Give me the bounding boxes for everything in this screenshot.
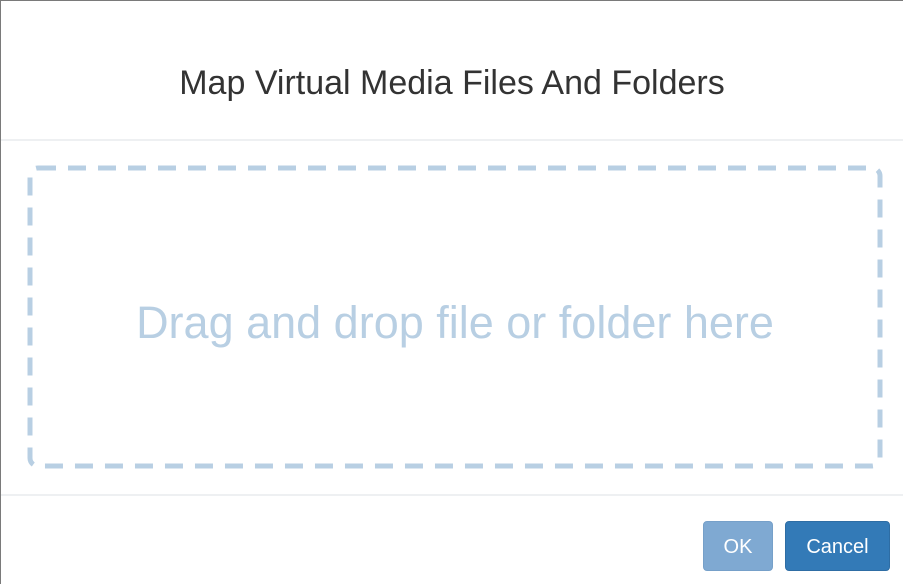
dialog-title: Map Virtual Media Files And Folders xyxy=(179,64,725,102)
dialog-footer: OK Cancel xyxy=(1,494,903,585)
dialog-header: Map Virtual Media Files And Folders xyxy=(1,1,903,141)
file-drop-zone[interactable]: Drag and drop file or folder here xyxy=(27,165,883,469)
map-virtual-media-dialog: Map Virtual Media Files And Folders Drag… xyxy=(0,0,903,584)
cancel-button[interactable]: Cancel xyxy=(785,521,890,571)
drop-zone-label: Drag and drop file or folder here xyxy=(136,297,774,348)
dialog-body: Drag and drop file or folder here xyxy=(1,141,903,496)
ok-button[interactable]: OK xyxy=(703,521,773,571)
